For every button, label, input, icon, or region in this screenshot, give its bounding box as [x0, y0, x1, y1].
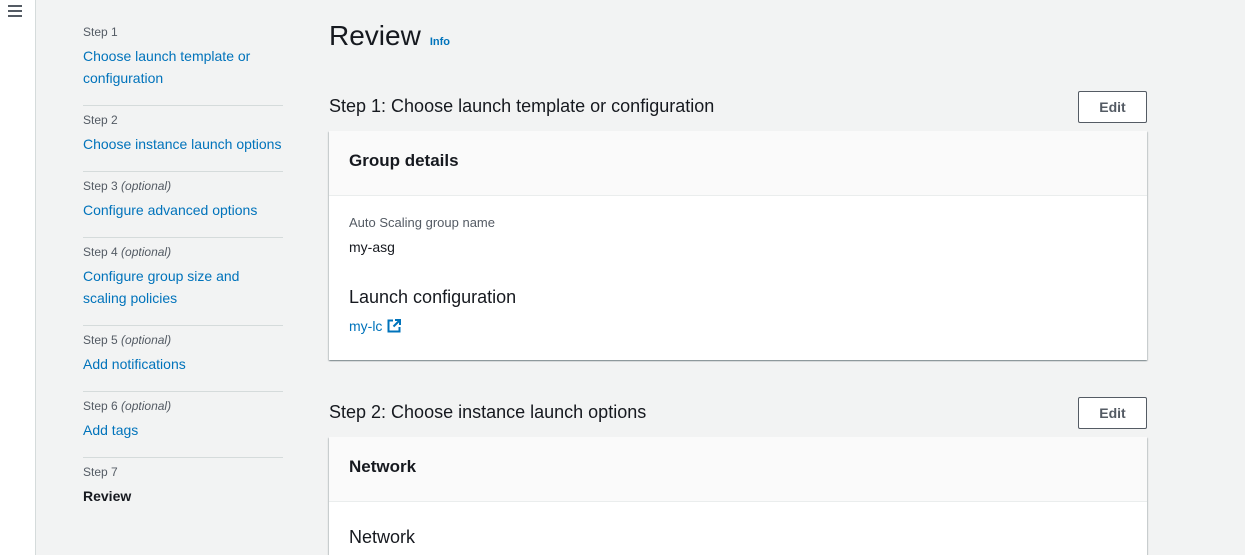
- section-header-step-1: Step 1: Choose launch template or config…: [329, 91, 1147, 123]
- info-link[interactable]: Info: [430, 36, 450, 48]
- step-link-tags[interactable]: Add tags: [83, 419, 283, 441]
- page-title: Review: [329, 20, 421, 51]
- card-title: Group details: [329, 131, 1147, 196]
- step-number: Step 5 (optional): [83, 333, 172, 347]
- step-link-choose-launch-template[interactable]: Choose launch template or configuration: [83, 45, 283, 89]
- optional-tag: (optional): [121, 333, 172, 347]
- step-link-group-size[interactable]: Configure group size and scaling policie…: [83, 265, 283, 309]
- asg-name-value: my-asg: [349, 239, 395, 255]
- launch-configuration-heading: Launch configuration: [349, 287, 517, 307]
- step-current-review: Review: [83, 488, 132, 504]
- network-sub-heading: Network: [349, 527, 416, 547]
- step-number: Step 3 (optional): [83, 179, 172, 193]
- section-header-step-2: Step 2: Choose instance launch options E…: [329, 397, 1147, 429]
- card-title: Network: [329, 437, 1147, 502]
- step-link-advanced-options[interactable]: Configure advanced options: [83, 199, 283, 221]
- optional-tag: (optional): [121, 399, 172, 413]
- left-nav-rail: [0, 0, 36, 555]
- launch-configuration-link[interactable]: my-lc: [349, 318, 402, 334]
- step-number: Step 7: [83, 465, 118, 479]
- card-body: Auto Scaling group name my-asg Launch co…: [329, 196, 1147, 355]
- edit-step-1-button[interactable]: Edit: [1078, 91, 1147, 123]
- step-item-6: Step 6 (optional) Add tags: [83, 392, 283, 458]
- step-item-1: Step 1 Choose launch template or configu…: [83, 18, 283, 106]
- group-details-card: Group details Auto Scaling group name my…: [329, 131, 1147, 360]
- step-number: Step 6 (optional): [83, 399, 172, 413]
- step-link-instance-launch-options[interactable]: Choose instance launch options: [83, 133, 283, 155]
- wizard-steps-nav: Step 1 Choose launch template or configu…: [83, 18, 283, 523]
- section-title: Step 2: Choose instance launch options: [329, 402, 647, 422]
- step-item-3: Step 3 (optional) Configure advanced opt…: [83, 172, 283, 238]
- optional-tag: (optional): [121, 179, 172, 193]
- hamburger-menu-icon[interactable]: [8, 5, 22, 17]
- section-title: Step 1: Choose launch template or config…: [329, 96, 715, 116]
- network-card: Network Network: [329, 437, 1147, 555]
- step-number: Step 4 (optional): [83, 245, 172, 259]
- card-body: Network: [329, 502, 1147, 555]
- step-item-4: Step 4 (optional) Configure group size a…: [83, 238, 283, 326]
- step-number: Step 2: [83, 113, 118, 127]
- launch-configuration-link-label: my-lc: [349, 318, 383, 334]
- step-item-2: Step 2 Choose instance launch options: [83, 106, 283, 172]
- step-link-notifications[interactable]: Add notifications: [83, 353, 283, 375]
- step-number: Step 1: [83, 25, 118, 39]
- edit-step-2-button[interactable]: Edit: [1078, 397, 1147, 429]
- page-header: Review Info: [329, 20, 450, 52]
- external-link-icon: [387, 319, 402, 333]
- step-item-7: Step 7 Review: [83, 458, 283, 523]
- optional-tag: (optional): [121, 245, 172, 259]
- asg-name-label: Auto Scaling group name: [349, 215, 495, 230]
- step-item-5: Step 5 (optional) Add notifications: [83, 326, 283, 392]
